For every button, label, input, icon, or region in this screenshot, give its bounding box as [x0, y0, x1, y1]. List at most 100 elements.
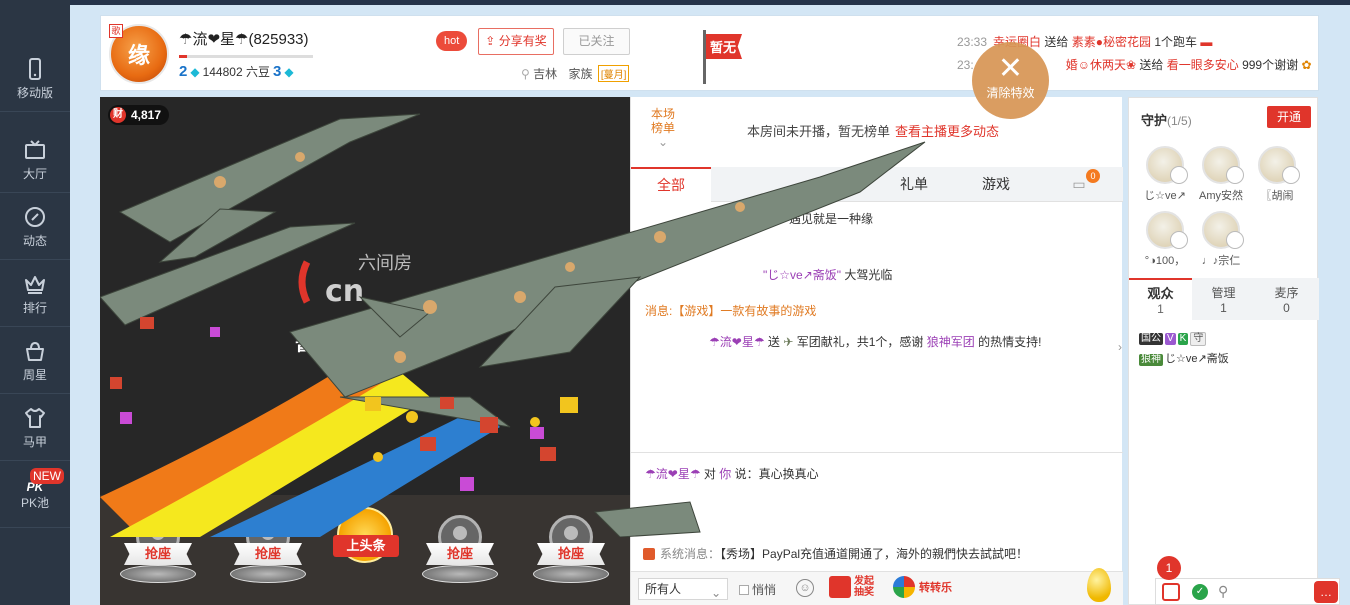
- avatar-badge: 歌: [109, 24, 123, 38]
- feed-sender[interactable]: 婚☺休两天❀: [1066, 58, 1136, 72]
- chevron-down-icon: ⌄: [657, 135, 669, 149]
- share-icon: ⇪: [485, 34, 499, 48]
- grab-seat-button[interactable]: 抢座: [124, 543, 192, 565]
- search-icon[interactable]: ⚲: [1218, 583, 1228, 600]
- speaker-icon: [643, 548, 655, 560]
- guard-member[interactable]: °◑100，: [1137, 211, 1193, 268]
- seat[interactable]: 抢座: [412, 507, 508, 587]
- message-text[interactable]: 【游戏】一款有故事的游戏: [672, 304, 816, 318]
- golden-egg-icon[interactable]: [1087, 568, 1111, 602]
- tab-gift-list[interactable]: 礼单: [879, 167, 949, 202]
- host-name[interactable]: ☂流❤星☂(825933): [179, 28, 309, 49]
- seat[interactable]: 抢座: [523, 507, 619, 587]
- nav-label: 大厅: [22, 167, 47, 181]
- room-header: 缘 歌 ☂流❤星☂(825933) 2 ◆ 144802 六豆 3 ◆ hot …: [100, 15, 1319, 91]
- nav-item-vest[interactable]: 马甲: [0, 395, 70, 461]
- rank-label-2: 榜单: [651, 121, 676, 135]
- grab-seat-button[interactable]: 抢座: [537, 543, 605, 565]
- message-text: 军团献礼，共1个，感谢: [796, 335, 924, 349]
- user-name[interactable]: ☂流❤星☂: [709, 335, 765, 349]
- basket-icon: [26, 341, 44, 361]
- headline-label: 上头条: [333, 535, 399, 557]
- video-area[interactable]: 财 4,817 cn 六间房 暂无 抢座 抢座 上头条 抢座 抢座: [100, 97, 630, 605]
- badge: V: [1165, 333, 1176, 345]
- host-dynamic-link[interactable]: 查看主播更多动态: [895, 124, 999, 139]
- grab-seat-button[interactable]: 抢座: [426, 543, 494, 565]
- headline-button[interactable]: 上头条: [333, 505, 399, 579]
- wealth-icon: 财: [110, 107, 126, 123]
- nav-item-rank[interactable]: 排行: [0, 261, 70, 327]
- system-message: 系统消息：【秀场】PayPal充值通道開通了，海外的親們快去試試吧！: [643, 545, 1028, 562]
- nav-item-hall[interactable]: 大厅: [0, 127, 70, 193]
- hot-tag: hot: [436, 31, 468, 51]
- guard-title-text: 守护: [1141, 113, 1168, 128]
- chat-message: ☂流❤星☂ 送 ✈ 军团献礼，共1个，感谢 狼神军团 的热情支持!: [709, 333, 1041, 350]
- badge: 狼神: [1139, 354, 1163, 366]
- emoji-icon[interactable]: ☺: [796, 579, 814, 597]
- open-guard-button[interactable]: 开通: [1267, 106, 1311, 128]
- avatar: [1202, 146, 1244, 184]
- feed-receiver[interactable]: 看一眼多安心: [1167, 58, 1239, 72]
- avatar: [1202, 211, 1244, 249]
- message-text: 的热情支持!: [978, 335, 1042, 349]
- rank-toggle[interactable]: 本场 榜单 ⌄: [651, 107, 675, 149]
- check-icon[interactable]: ✓: [1192, 584, 1208, 600]
- nav-item-mobile[interactable]: 移动版: [0, 46, 70, 112]
- spin-button[interactable]: 转转乐: [893, 576, 952, 598]
- guard-panel: 守护(1/5) 开通 じ☆ve↗ Amy安然 〖胡闹 °◑100， ♩♪宗仁 观…: [1128, 97, 1319, 605]
- guard-member[interactable]: ♩♪宗仁: [1193, 211, 1249, 268]
- tab-count: 1: [1157, 302, 1164, 316]
- audience-item[interactable]: 国公 V K 守 狼神 じ☆ve↗斋饭: [1139, 332, 1314, 366]
- tab-audience[interactable]: 观众 1: [1129, 278, 1192, 320]
- whisper-label: 悄悄: [752, 583, 777, 597]
- follow-button[interactable]: 已关注: [563, 28, 630, 55]
- mobile-icon: [29, 58, 41, 80]
- user-name[interactable]: 狼神军团: [927, 335, 975, 349]
- grab-seat-button[interactable]: 抢座: [234, 543, 302, 565]
- system-prefix: 系统消息：: [660, 547, 721, 561]
- nav-item-dynamic[interactable]: 动态: [0, 194, 70, 260]
- nav-label: 马甲: [22, 435, 47, 449]
- share-button[interactable]: ⇪ 分享有奖: [478, 28, 554, 55]
- shirt-icon: [25, 408, 45, 428]
- message-text: 送: [767, 335, 780, 349]
- nav-label: 移动版: [16, 86, 53, 100]
- guard-member[interactable]: じ☆ve↗: [1137, 146, 1193, 203]
- tab-count: 1: [1220, 301, 1227, 315]
- guard-member[interactable]: 〖胡闹: [1249, 146, 1305, 203]
- share-label: 分享有奖: [498, 34, 547, 48]
- host-progress-bar: [179, 55, 313, 58]
- system-text: 【秀场】PayPal充值通道開通了，海外的親們快去試試吧！: [720, 547, 1029, 561]
- nav-item-pk[interactable]: PK PK池 NEW: [0, 462, 70, 528]
- chat-toolbar: 所有人 悄悄 ☺ 发起抽奖 转转乐: [631, 568, 1123, 605]
- tab-admin[interactable]: 管理 1: [1192, 278, 1255, 320]
- top-strip: [0, 0, 1350, 5]
- tab-all[interactable]: 全部: [631, 167, 711, 202]
- chat-message: 消息:【游戏】一款有故事的游戏: [645, 302, 816, 319]
- tab-mic-queue[interactable]: 麦序 0: [1255, 278, 1318, 320]
- user-name[interactable]: "じ☆ve↗斋饭": [763, 268, 841, 282]
- recipient-select[interactable]: 所有人: [638, 578, 728, 600]
- family-tag[interactable]: [蔓月]: [597, 65, 630, 82]
- chat-tabs: 全部 礼单 游戏 ▭: [631, 167, 1123, 202]
- feed-receiver[interactable]: 素素●秘密花园: [1072, 35, 1151, 49]
- message-text: 对: [703, 467, 716, 481]
- lottery-label-2: 抽奖: [854, 587, 874, 598]
- tab-label: 管理: [1211, 286, 1236, 300]
- family-label: 家族: [568, 67, 593, 81]
- clear-effects-button[interactable]: ✕ 清除特效: [972, 42, 1049, 119]
- user-name[interactable]: ☂流❤星☂: [645, 467, 701, 481]
- chat-icon[interactable]: …: [1314, 581, 1338, 603]
- chevron-right-icon[interactable]: ›: [1118, 340, 1128, 364]
- guard-member-name: 〖胡闹: [1260, 190, 1294, 202]
- mail-icon[interactable]: [1162, 583, 1180, 601]
- seat[interactable]: 抢座: [110, 507, 206, 587]
- tab-games[interactable]: 游戏: [961, 167, 1031, 202]
- whisper-checkbox[interactable]: 悄悄: [739, 581, 776, 598]
- nav-item-weekly-star[interactable]: 周星: [0, 328, 70, 394]
- clear-effects-label: 清除特效: [986, 86, 1035, 100]
- nav-label: 周星: [22, 368, 47, 382]
- guard-member[interactable]: Amy安然: [1193, 146, 1249, 203]
- seat[interactable]: 抢座: [220, 507, 316, 587]
- lottery-button[interactable]: 发起 抽奖: [829, 576, 874, 598]
